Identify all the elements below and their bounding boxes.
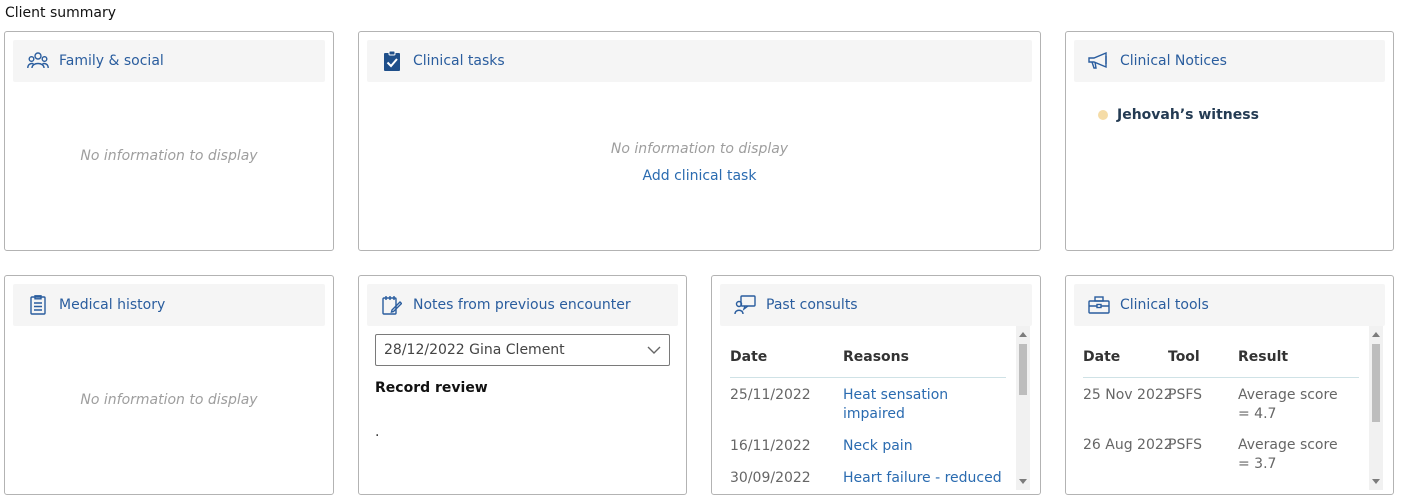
past-consults-header[interactable]: Past consults [720, 284, 1032, 326]
medical-history-card: Medical history No information to displa… [4, 275, 334, 495]
notice-item: Jehovah’s witness [1098, 107, 1259, 123]
table-row: 26 Aug 2022 PSFS Average score = 3.7 [1083, 428, 1359, 478]
consult-reason-link[interactable]: Heat sensation impaired [843, 386, 953, 424]
clinical-notices-title: Clinical Notices [1120, 53, 1227, 69]
column-header-date: Date [730, 349, 768, 365]
clinical-tools-scrollbar[interactable] [1369, 326, 1383, 490]
clinical-tools-table: Date Tool Result 25 Nov 2022 PSFS Averag… [1074, 326, 1385, 494]
clinical-tasks-card: Clinical tasks No information to display… [358, 31, 1041, 251]
clinical-tasks-header[interactable]: Clinical tasks [367, 40, 1032, 82]
clinical-notices-card: Clinical Notices Jehovah’s witness [1065, 31, 1394, 251]
page-title: Client summary [5, 5, 117, 21]
scrollbar-thumb[interactable] [1372, 344, 1380, 422]
record-body: . [375, 424, 380, 440]
past-consults-scrollbar[interactable] [1016, 326, 1030, 490]
clipboard-check-icon [381, 50, 403, 72]
notepad-pen-icon [381, 294, 403, 316]
tool-date: 25 Nov 2022 [1083, 387, 1173, 403]
scroll-up-icon[interactable] [1019, 332, 1027, 337]
chevron-down-icon [647, 343, 661, 357]
consult-reason-link[interactable]: Neck pain [843, 437, 1006, 456]
toolbox-icon [1088, 294, 1110, 316]
table-header-row: Date Reasons [730, 338, 1006, 378]
notes-previous-header[interactable]: Notes from previous encounter [367, 284, 678, 326]
scroll-up-icon[interactable] [1372, 332, 1380, 337]
tool-date: 26 Aug 2022 [1083, 437, 1173, 453]
column-header-reasons: Reasons [843, 349, 909, 365]
past-consults-table: Date Reasons 25/11/2022 Heat sensation i… [720, 326, 1032, 494]
family-social-header[interactable]: Family & social [13, 40, 325, 82]
medical-history-header[interactable]: Medical history [13, 284, 325, 326]
family-social-title: Family & social [59, 53, 164, 69]
notes-previous-title: Notes from previous encounter [413, 297, 631, 313]
table-row: 30/09/2022 Heart failure - reduced [730, 461, 1006, 493]
clinical-tools-title: Clinical tools [1120, 297, 1209, 313]
column-header-date: Date [1083, 349, 1121, 365]
consult-date: 25/11/2022 [730, 387, 811, 403]
scroll-down-icon[interactable] [1372, 479, 1380, 484]
tool-result: Average score = 4.7 [1238, 387, 1338, 422]
clinical-tools-header[interactable]: Clinical tools [1074, 284, 1385, 326]
scroll-down-icon[interactable] [1019, 479, 1027, 484]
record-title: Record review [375, 380, 488, 396]
encounter-select[interactable]: 28/12/2022 Gina Clement [375, 334, 670, 366]
encounter-select-value: 28/12/2022 Gina Clement [384, 342, 565, 358]
column-header-tool: Tool [1168, 349, 1200, 365]
family-social-empty: No information to display [80, 148, 258, 164]
table-row: 25/11/2022 Heat sensation impaired [730, 378, 1006, 429]
megaphone-icon [1088, 50, 1110, 72]
past-consults-card: Past consults Date Reasons 25/11/2022 He… [711, 275, 1041, 495]
medical-history-title: Medical history [59, 297, 166, 313]
scrollbar-thumb[interactable] [1019, 344, 1027, 395]
consult-chat-icon [734, 294, 756, 316]
table-header-row: Date Tool Result [1083, 338, 1359, 378]
consult-date: 30/09/2022 [730, 470, 811, 486]
table-row: 16/11/2022 Neck pain [730, 429, 1006, 461]
clinical-notices-header[interactable]: Clinical Notices [1074, 40, 1385, 82]
document-list-icon [27, 294, 49, 316]
consult-reason-link[interactable]: Heart failure - reduced [843, 469, 1006, 488]
medical-history-empty: No information to display [80, 392, 258, 408]
past-consults-title: Past consults [766, 297, 858, 313]
notes-previous-card: Notes from previous encounter 28/12/2022… [358, 275, 687, 495]
notice-label: Jehovah’s witness [1117, 107, 1259, 123]
people-icon [27, 50, 49, 72]
notice-dot-icon [1098, 110, 1108, 120]
clinical-tasks-title: Clinical tasks [413, 53, 505, 69]
table-row: 25 Nov 2022 PSFS Average score = 4.7 [1083, 378, 1359, 428]
family-social-card: Family & social No information to displa… [4, 31, 334, 251]
tool-name: PSFS [1168, 387, 1203, 403]
tool-result: Average score = 3.7 [1238, 437, 1338, 472]
clinical-tasks-empty: No information to display [610, 141, 789, 157]
consult-date: 16/11/2022 [730, 438, 811, 454]
clinical-tools-card: Clinical tools Date Tool Result 25 Nov 2… [1065, 275, 1394, 495]
tool-name: PSFS [1168, 437, 1203, 453]
column-header-result: Result [1238, 349, 1289, 365]
add-clinical-task-link[interactable]: Add clinical task [359, 168, 1040, 184]
